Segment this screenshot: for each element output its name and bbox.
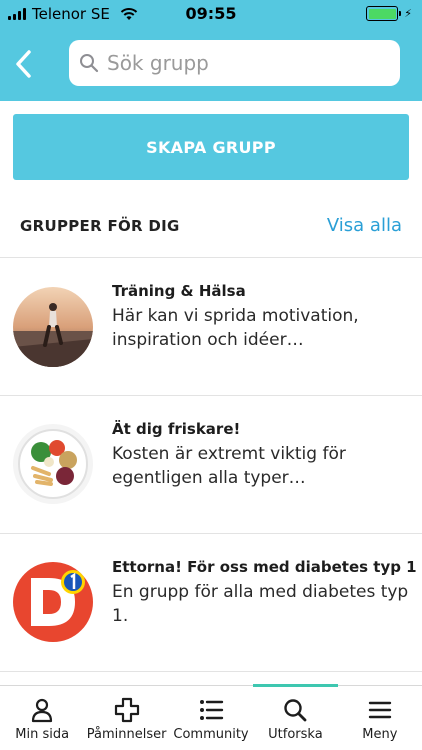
tab-community[interactable]: Community	[169, 686, 253, 750]
chevron-left-icon	[16, 50, 31, 78]
header: Telenor SE 09:55 ⚡	[0, 0, 422, 101]
create-group-button[interactable]: SKAPA GRUPP	[13, 114, 409, 180]
tab-reminders[interactable]: Påminnelser	[84, 686, 168, 750]
group-title: Ettorna! För oss med diabetes typ 1	[112, 558, 417, 576]
search-icon	[282, 697, 308, 723]
divider	[0, 671, 422, 672]
tab-label: Påminnelser	[86, 727, 167, 742]
person-icon	[29, 697, 55, 723]
search-box[interactable]	[69, 40, 400, 86]
menu-icon	[367, 697, 393, 723]
group-item-training[interactable]: Träning & Hälsa Här kan vi sprida motiva…	[0, 258, 422, 395]
group-title: Träning & Hälsa	[112, 282, 246, 300]
tab-label: Meny	[362, 727, 398, 742]
group-avatar	[13, 562, 93, 642]
group-title: Ät dig friskare!	[112, 420, 241, 438]
group-description: En grupp för alla med diabetes typ 1.	[112, 582, 409, 626]
tab-bar: Min sida Påminnelser Community Utforska …	[0, 684, 422, 750]
search-icon	[80, 54, 99, 73]
battery-icon: ⚡	[366, 6, 412, 21]
list-icon	[198, 697, 224, 723]
charging-icon: ⚡	[404, 7, 412, 20]
active-tab-indicator	[253, 684, 338, 687]
tab-explore[interactable]: Utforska	[253, 684, 338, 750]
group-avatar	[13, 287, 93, 367]
plus-icon	[114, 697, 140, 723]
tab-label: Min sida	[15, 727, 70, 742]
group-avatar	[13, 424, 93, 504]
status-bar: Telenor SE 09:55 ⚡	[0, 0, 422, 28]
back-button[interactable]	[6, 44, 40, 84]
group-description: Här kan vi sprida motivation, inspiratio…	[112, 306, 359, 350]
tab-label: Utforska	[268, 727, 323, 742]
show-all-link[interactable]: Visa alla	[327, 215, 402, 236]
group-item-diabetes[interactable]: Ettorna! För oss med diabetes typ 1 En g…	[0, 534, 422, 671]
search-input[interactable]	[107, 51, 387, 75]
clock: 09:55	[185, 4, 237, 23]
section-title: GRUPPER FÖR DIG	[20, 217, 180, 235]
group-item-healthy-eating[interactable]: Ät dig friskare! Kosten är extremt vikti…	[0, 396, 422, 533]
group-description: Kosten är extremt viktig för egentligen …	[112, 444, 346, 488]
tab-my-page[interactable]: Min sida	[0, 686, 84, 750]
tab-menu[interactable]: Meny	[338, 686, 422, 750]
tab-label: Community	[173, 727, 249, 742]
